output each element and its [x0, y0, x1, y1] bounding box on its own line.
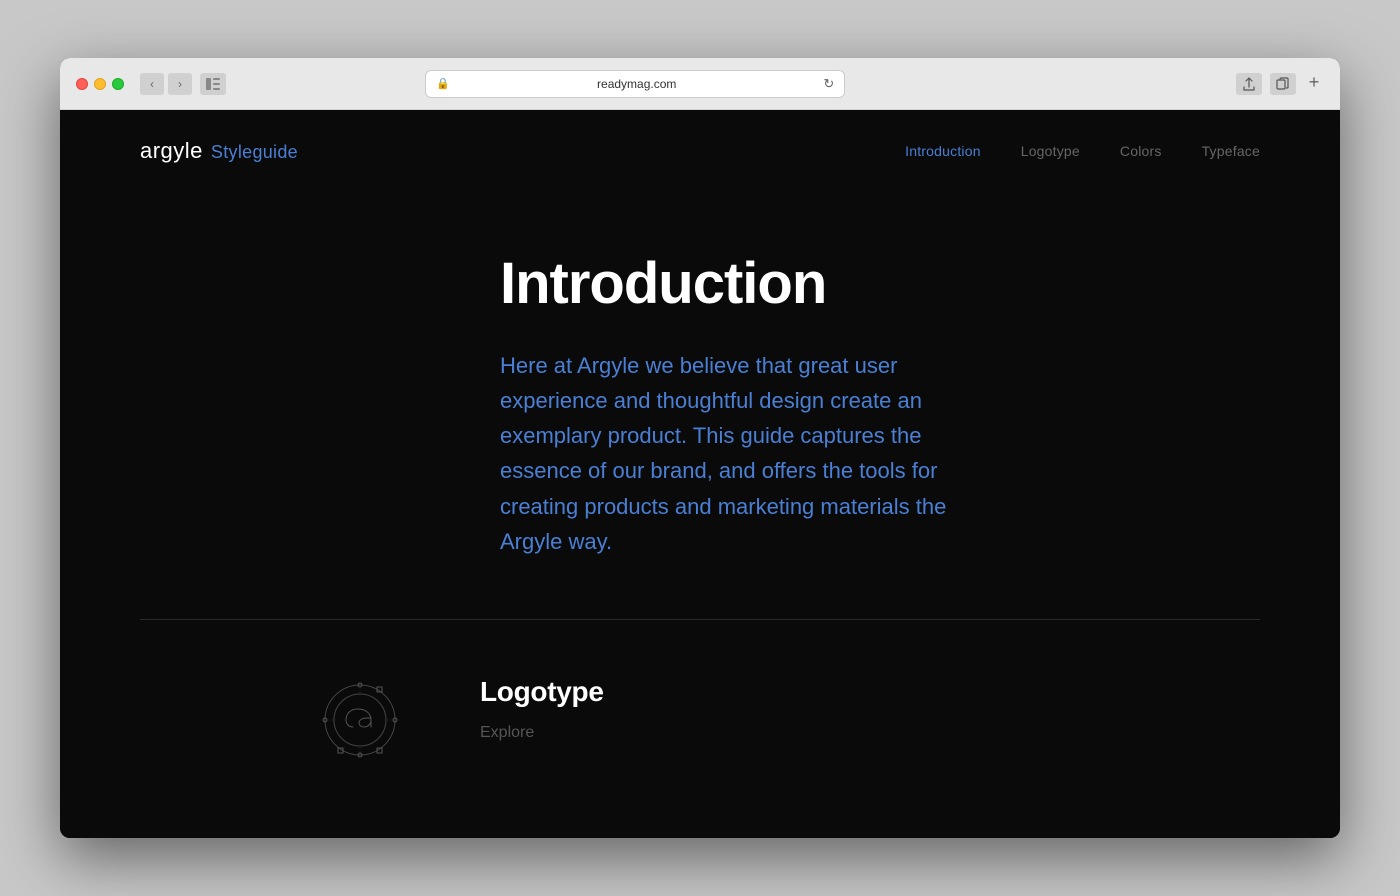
nav-item-typeface[interactable]: Typeface: [1202, 143, 1260, 159]
main-content: Introduction Here at Argyle we believe t…: [60, 192, 1340, 820]
nav-item-logotype[interactable]: Logotype: [1021, 143, 1080, 159]
traffic-light-close[interactable]: [76, 78, 88, 90]
reload-button[interactable]: ↻: [823, 76, 834, 92]
browser-nav-buttons: ‹ ›: [140, 73, 226, 95]
logotype-visual: [300, 660, 420, 780]
logotype-info: Logotype Explore: [480, 660, 604, 742]
duplicate-button[interactable]: [1270, 73, 1296, 95]
logo-brand: argyle: [140, 138, 203, 164]
back-button[interactable]: ‹: [140, 73, 164, 95]
browser-chrome: ‹ › 🔒 readymag.com ↻: [60, 58, 1340, 110]
logotype-section: Logotype Explore: [140, 619, 1260, 780]
site-header: argyle Styleguide Introduction Logotype …: [60, 110, 1340, 192]
logotype-explore[interactable]: Explore: [480, 724, 534, 741]
lock-icon: 🔒: [436, 77, 450, 90]
traffic-lights: [76, 78, 124, 90]
traffic-light-maximize[interactable]: [112, 78, 124, 90]
site-nav: Introduction Logotype Colors Typeface: [905, 143, 1260, 159]
intro-section: Introduction Here at Argyle we believe t…: [500, 252, 1260, 559]
intro-body: Here at Argyle we believe that great use…: [500, 348, 980, 559]
browser-actions: +: [1236, 73, 1324, 95]
address-bar[interactable]: 🔒 readymag.com ↻: [425, 70, 845, 98]
forward-button[interactable]: ›: [168, 73, 192, 95]
new-tab-button[interactable]: +: [1304, 73, 1324, 93]
url-text: readymag.com: [456, 77, 817, 91]
share-button[interactable]: [1236, 73, 1262, 95]
browser-window: ‹ › 🔒 readymag.com ↻: [60, 58, 1340, 838]
traffic-light-minimize[interactable]: [94, 78, 106, 90]
sidebar-button[interactable]: [200, 73, 226, 95]
logotype-title: Logotype: [480, 676, 604, 708]
website-content: argyle Styleguide Introduction Logotype …: [60, 110, 1340, 838]
logo-subtitle: Styleguide: [211, 142, 298, 163]
logo-area: argyle Styleguide: [140, 138, 298, 164]
intro-title: Introduction: [500, 252, 1260, 316]
nav-item-colors[interactable]: Colors: [1120, 143, 1162, 159]
nav-item-introduction[interactable]: Introduction: [905, 143, 981, 159]
